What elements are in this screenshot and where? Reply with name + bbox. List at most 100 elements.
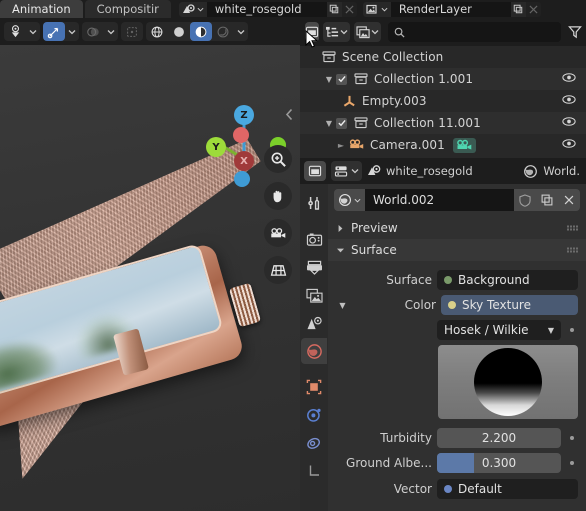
properties-editor-type-button[interactable] [304,161,326,181]
properties-editor[interactable]: white_rosegold World. World.002 Preview … [300,158,586,511]
outliner-editor-type-button[interactable] [305,22,319,42]
constraints-tab[interactable] [301,430,327,456]
xray-toggle-button[interactable] [121,22,143,41]
remove-scene-button[interactable] [341,1,357,17]
visibility-eye-icon[interactable] [562,139,576,152]
render-tab[interactable] [301,226,327,252]
camera-data-icon[interactable] [452,137,476,153]
expander-right-icon[interactable]: ► [334,141,348,150]
outliner-filter-id-type[interactable] [354,22,381,42]
shading-wireframe-button[interactable] [146,22,168,41]
panel-grip[interactable] [567,225,578,231]
visibility-eye-icon[interactable] [562,117,576,130]
fake-user-button[interactable] [514,189,536,211]
outliner-row-collection-11[interactable]: ▼ Collection 11.001 [300,112,586,134]
workspace-tab-compositing[interactable]: Compositir [84,0,171,18]
workspace-tab-animation[interactable]: Animation [0,0,83,18]
surface-shader-row[interactable]: Surface Background [336,269,578,291]
search-input[interactable] [410,25,555,39]
world-name-field[interactable]: World.002 [365,189,514,211]
gizmo-dropdown[interactable] [65,22,79,41]
scene-name-field[interactable]: white_rosegold [206,1,327,17]
overlays-group[interactable] [82,22,118,41]
unlink-world-button[interactable] [558,189,580,211]
vector-field[interactable]: Default [437,479,578,499]
outliner-search-field[interactable] [388,22,561,42]
outliner-row-empty[interactable]: Empty.003 [300,90,586,112]
shading-dropdown[interactable] [234,22,248,41]
overlays-dropdown[interactable] [104,22,118,41]
sky-preview[interactable] [438,345,578,419]
shading-group[interactable] [146,22,248,41]
collection-checkbox[interactable] [336,117,347,129]
panel-grip[interactable] [567,247,578,253]
shading-material-preview-button[interactable] [190,22,212,41]
ground-albedo-row[interactable]: Ground Albe... 0.300 [336,452,578,474]
surface-panel-header[interactable]: Surface [328,239,586,261]
visibility-group[interactable] [4,22,40,41]
object-tab[interactable] [301,374,327,400]
properties-tab-column[interactable] [300,184,328,511]
sidebar-toggle-button[interactable] [282,103,296,125]
toggle-perspective-button[interactable] [264,256,292,284]
shading-solid-button[interactable] [168,22,190,41]
tool-tab[interactable] [301,190,327,216]
outliner-editor[interactable]: Scene Collection ▼ Collection 1.001 Empt… [300,18,586,158]
world-id-block[interactable]: World.002 [334,189,580,211]
animate-decorator[interactable] [566,436,578,440]
gizmo-axis-neg-x[interactable] [233,127,249,143]
color-row[interactable]: ▼ Color Sky Texture [336,294,578,316]
gizmo-axis-y[interactable]: Y [206,137,226,157]
outliner-row-collection-1[interactable]: ▼ Collection 1.001 [300,68,586,90]
ground-albedo-slider[interactable]: 0.300 [437,453,561,473]
new-world-button[interactable] [536,189,558,211]
gizmo-axis-x[interactable]: X [234,151,254,171]
xray-group[interactable] [121,22,143,41]
shading-rendered-button[interactable] [212,22,234,41]
gizmo-toggle-button[interactable] [43,22,65,41]
animate-decorator[interactable] [566,328,578,332]
color-expander-icon[interactable]: ▼ [336,301,349,310]
browse-world-button[interactable] [334,189,365,211]
sky-type-row[interactable]: Hosek / Wilkie ▼ [336,319,578,341]
scene-browse-button[interactable] [178,1,207,17]
visibility-eye-icon[interactable] [562,95,576,108]
new-scene-button[interactable] [326,1,342,17]
overlays-toggle-button[interactable] [82,22,104,41]
outliner-filter-button[interactable] [568,22,582,42]
view-layer-tab[interactable] [301,282,327,308]
surface-shader-field[interactable]: Background [437,270,578,290]
gizmo-axis-z[interactable]: Z [234,105,254,125]
view-layer-selector[interactable]: RenderLayer [362,1,541,17]
expander-down-icon[interactable]: ▼ [322,75,336,84]
remove-view-layer-button[interactable] [525,1,541,17]
color-field[interactable]: Sky Texture [441,295,578,315]
turbidity-row[interactable]: Turbidity 2.200 [336,427,578,449]
visibility-eye-icon[interactable] [562,73,576,86]
properties-content[interactable]: World.002 Preview Surface Surface Backgr… [328,184,586,511]
new-view-layer-button[interactable] [510,1,526,17]
viewport-3d[interactable]: Z Y X [0,18,300,511]
view-layer-name-field[interactable]: RenderLayer [390,1,511,17]
output-tab[interactable] [301,254,327,280]
preview-panel-header[interactable]: Preview [328,217,586,239]
scene-tab[interactable] [301,310,327,336]
object-data-tab[interactable] [301,458,327,484]
world-tab[interactable] [301,338,327,364]
gizmo-axis-neg-z[interactable] [234,171,250,187]
outliner-tree[interactable]: Scene Collection ▼ Collection 1.001 Empt… [300,46,586,156]
scene-selector[interactable]: white_rosegold [178,1,357,17]
animate-decorator[interactable] [566,461,578,465]
viewport-nav-buttons[interactable] [264,145,292,284]
pan-button[interactable] [264,182,292,210]
outliner-row-camera[interactable]: ► Camera.001 [300,134,586,156]
object-visibility-button[interactable] [4,22,26,41]
view-layer-browse-button[interactable] [362,1,391,17]
gizmo-group[interactable] [43,22,79,41]
expander-down-icon[interactable]: ▼ [322,119,336,128]
properties-filter-dropdown[interactable] [331,161,362,181]
outliner-row-scene-collection[interactable]: Scene Collection [300,46,586,68]
viewport-canvas[interactable]: Z Y X [0,45,300,511]
vector-row[interactable]: Vector Default [336,478,578,500]
turbidity-slider[interactable]: 2.200 [437,428,561,448]
